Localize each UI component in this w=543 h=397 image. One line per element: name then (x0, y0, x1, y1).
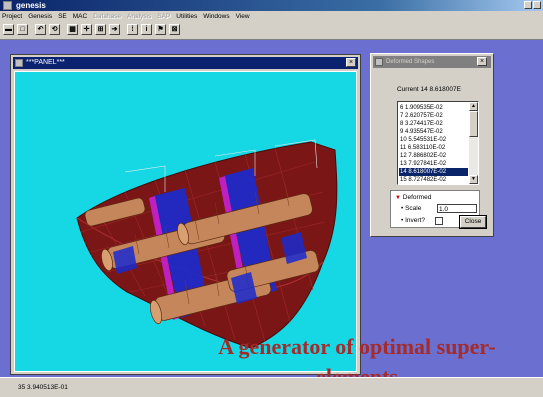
close-button[interactable]: Close (460, 216, 486, 228)
desktop-area: ***PANEL*** × Deformed Shapes × Current … (0, 40, 543, 389)
toolbar: ▬ □ ↶ ⟲ ▦ ✛ ⊞ ➔ ⁞ i ⚑ ⊠ (0, 22, 543, 40)
mode-list-item[interactable]: 10 5.545531E-02 (399, 136, 468, 144)
scale-input[interactable]: 1.0 (437, 204, 477, 213)
zoom-icon[interactable]: ⊞ (95, 24, 106, 35)
mode-list-item[interactable]: 6 1.909535E-02 (399, 104, 468, 112)
expand-triangle-icon: ▼ (395, 195, 401, 201)
scroll-up-icon[interactable]: ▲ (469, 102, 478, 111)
mode-list-item[interactable]: 11 6.583110E-02 (399, 144, 468, 152)
menu-database[interactable]: Database (91, 11, 125, 22)
invert-label: Invert? (405, 217, 425, 224)
window-icon (375, 58, 383, 66)
caption-line-1: A generator of optimal super- (218, 334, 496, 359)
undo-icon[interactable]: ↶ (35, 24, 46, 35)
menu-view[interactable]: View (234, 11, 254, 22)
bullet-icon: • (401, 205, 404, 212)
deformed-toggle[interactable]: ▼ Deformed (395, 194, 431, 201)
scroll-down-icon[interactable]: ▼ (469, 175, 478, 184)
minimize-button[interactable] (524, 1, 532, 9)
window-icon (15, 59, 23, 67)
bullet-icon: • (401, 217, 404, 224)
mode-list-item[interactable]: 9 4.935547E-02 (399, 128, 468, 136)
info-icon[interactable]: i (141, 24, 152, 35)
status-text: 35 3.940513E-01 (18, 384, 68, 391)
structure-model (76, 139, 338, 349)
panel-title: ***PANEL*** (26, 59, 65, 66)
panel-titlebar[interactable]: ***PANEL*** × (13, 57, 358, 69)
invert-row: • Invert? (401, 217, 425, 224)
open-icon[interactable]: ▬ (3, 24, 14, 35)
menu-windows[interactable]: Windows (201, 11, 233, 22)
menu-mac[interactable]: MAC (71, 11, 91, 22)
dialog-titlebar[interactable]: Deformed Shapes × (373, 56, 491, 68)
window-icon[interactable]: □ (17, 24, 28, 35)
genesis-app-window: genesis Project Genesis SE MAC Database Analy… (0, 0, 543, 397)
mode-list-item[interactable]: 15 8.727482E-02 (399, 176, 468, 184)
menubar: Project Genesis SE MAC Database Analysis SAP Ut… (0, 11, 543, 22)
arrow-icon[interactable]: ➔ (109, 24, 120, 35)
rotate-icon[interactable]: ⟲ (49, 24, 60, 35)
mode-list-item[interactable]: 12 7.886802E-02 (399, 152, 468, 160)
mode-listbox[interactable]: 6 1.909535E-02 7 2.620757E-02 8 3.274417E-… (397, 101, 479, 185)
app-title: genesis (16, 1, 46, 10)
menu-analysis[interactable]: Analysis (125, 11, 155, 22)
mode-list-item[interactable]: 7 2.620757E-02 (399, 112, 468, 120)
menu-project[interactable]: Project (0, 11, 26, 22)
mesh-icon[interactable]: ⊠ (169, 24, 180, 35)
menu-se[interactable]: SE (56, 11, 71, 22)
flag-icon[interactable]: ⚑ (155, 24, 166, 35)
dialog-title: Deformed Shapes (386, 59, 435, 65)
invert-checkbox[interactable] (435, 217, 443, 225)
deformed-shapes-dialog: Deformed Shapes × Current 14 8.618007E 6… (370, 53, 494, 237)
menu-genesis[interactable]: Genesis (26, 11, 56, 22)
move-icon[interactable]: ✛ (81, 24, 92, 35)
menu-sap[interactable]: SAP (155, 11, 174, 22)
mode-list-item[interactable]: 14 8.618007E-02 (399, 168, 468, 176)
node-icon[interactable]: ⁞ (127, 24, 138, 35)
scale-row: • Scale (401, 205, 421, 212)
status-bar: 35 3.940513E-01 (0, 377, 543, 397)
panel-window: ***PANEL*** × (10, 54, 361, 375)
restore-button[interactable] (533, 1, 541, 9)
3d-viewport[interactable] (14, 71, 357, 372)
mode-list: 6 1.909535E-02 7 2.620757E-02 8 3.274417E-… (399, 104, 468, 184)
dialog-close-icon[interactable]: × (477, 57, 487, 66)
scroll-thumb[interactable] (469, 111, 478, 137)
app-titlebar: genesis (0, 0, 543, 11)
grid-icon[interactable]: ▦ (67, 24, 78, 35)
list-scrollbar[interactable]: ▲ ▼ (469, 102, 478, 184)
app-icon (3, 1, 12, 10)
mode-list-item[interactable]: 8 3.274417E-02 (399, 120, 468, 128)
scale-label: Scale (405, 205, 422, 212)
deformed-label: Deformed (402, 194, 432, 201)
mode-list-item[interactable]: 13 7.927841E-02 (399, 160, 468, 168)
menu-utilities[interactable]: Utilities (174, 11, 201, 22)
current-mode-label: Current 14 8.618007E (397, 86, 461, 93)
panel-close-button[interactable]: × (346, 58, 356, 67)
